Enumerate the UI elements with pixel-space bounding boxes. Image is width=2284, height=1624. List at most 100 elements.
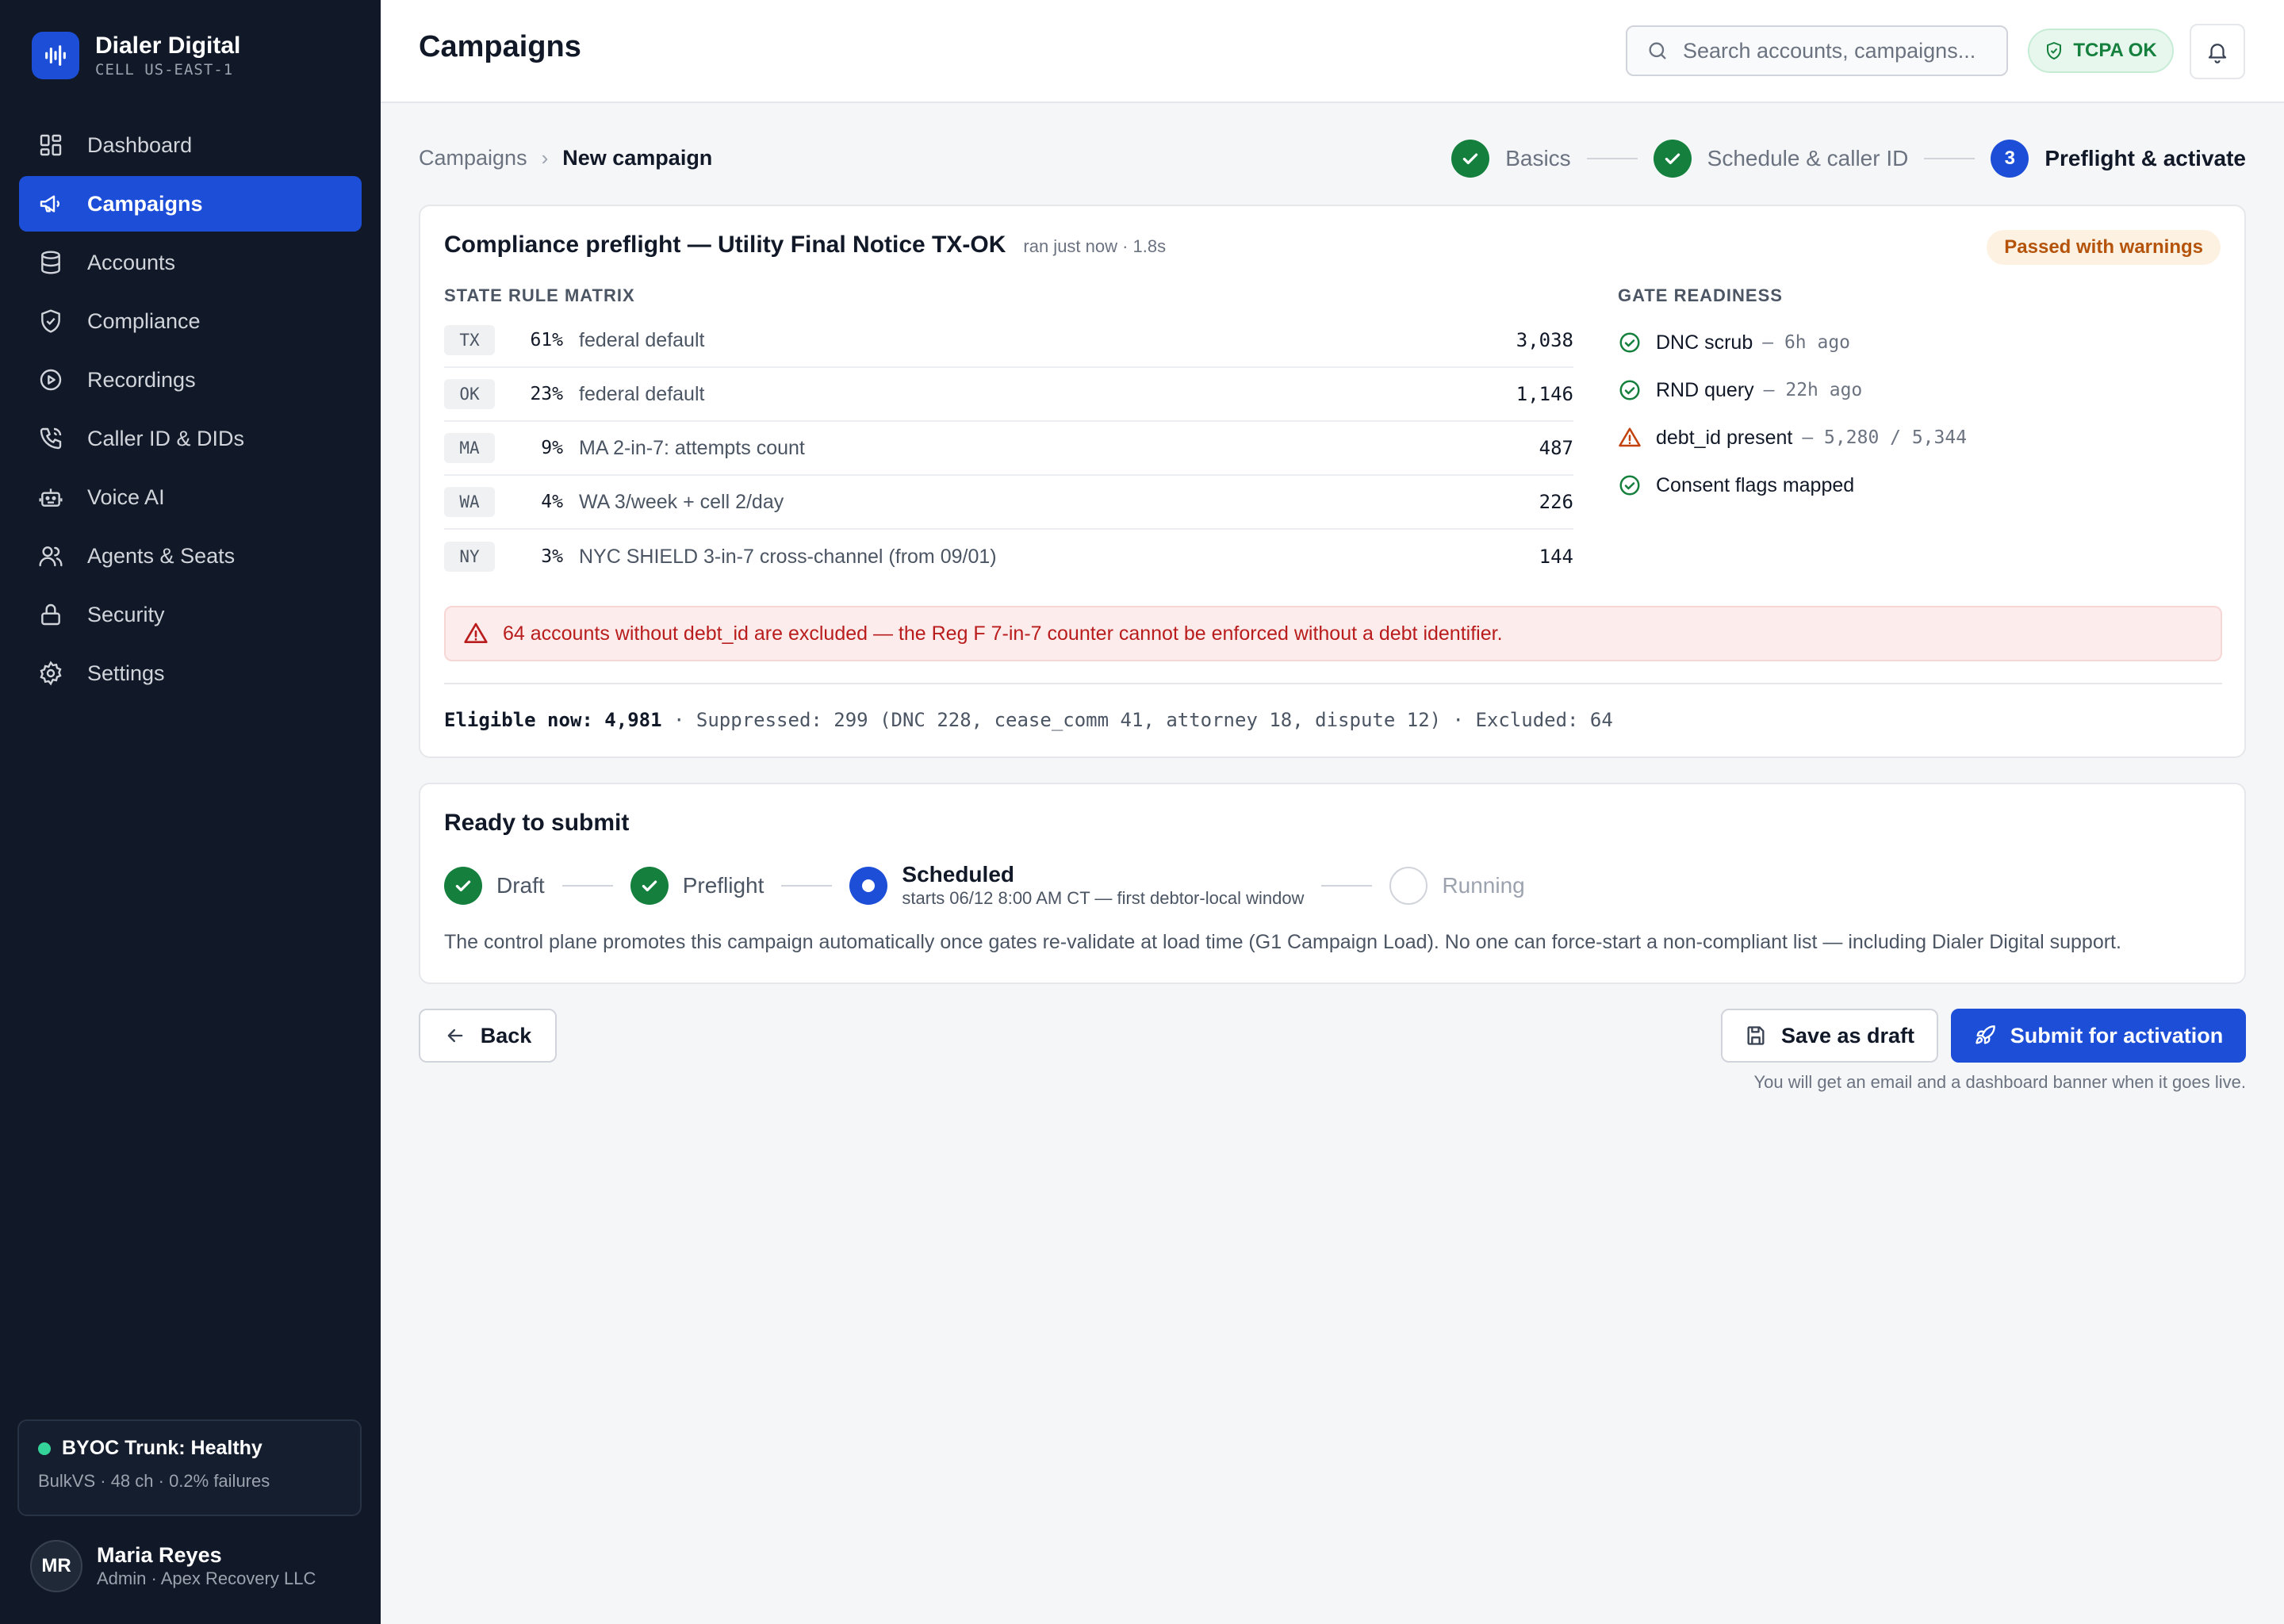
sidebar-item-campaigns[interactable]: Campaigns [19, 176, 362, 232]
gate-detail: — 6h ago [1762, 332, 1851, 353]
table-row: NY 3% NYC SHIELD 3-in-7 cross-channel (f… [444, 530, 1573, 584]
sidebar-item-accounts[interactable]: Accounts [19, 235, 362, 290]
state-percent: 4% [541, 492, 563, 512]
sidebar-item-caller-id[interactable]: Caller ID & DIDs [19, 411, 362, 466]
breadcrumb-separator: › [541, 146, 549, 170]
bell-icon [2208, 44, 2227, 63]
step-complete-icon [1451, 140, 1490, 178]
wizard-step-schedule[interactable]: Schedule & caller ID [1653, 140, 1908, 178]
sidebar-item-security[interactable]: Security [19, 587, 362, 642]
step-complete-icon [1653, 140, 1692, 178]
back-button-label: Back [480, 1023, 532, 1048]
table-row: TX 61% federal default 3,038 [444, 314, 1573, 368]
eligible-count: Eligible now: 4,981 [444, 709, 662, 731]
sidebar-item-recordings[interactable]: Recordings [19, 352, 362, 408]
search-input[interactable] [1683, 38, 2000, 63]
check-circle-icon [1619, 475, 1640, 496]
alert-message: 64 accounts without debt_id are excluded… [503, 622, 1503, 645]
step-complete-icon [630, 867, 669, 905]
warning-triangle-icon [1619, 427, 1641, 447]
status-badge: Passed with warnings [1987, 230, 2221, 265]
brand-name: Dialer Digital [95, 33, 241, 59]
notifications-button[interactable] [2190, 24, 2245, 79]
eligibility-summary: Eligible now: 4,981 · Suppressed: 299 (D… [444, 709, 1613, 731]
state-code: OK [444, 379, 495, 409]
submit-activation-button[interactable]: Submit for activation [1951, 1009, 2246, 1063]
sidebar-item-dashboard[interactable]: Dashboard [19, 117, 362, 173]
step-connector [1321, 885, 1373, 887]
lifecycle-step-scheduled: Scheduled starts 06/12 8:00 AM CT — firs… [849, 862, 1304, 910]
user-profile[interactable]: MR Maria Reyes Admin · Apex Recovery LLC [30, 1540, 316, 1592]
preflight-title: Compliance preflight — Utility Final Not… [444, 232, 1006, 258]
tcpa-status-badge: TCPA OK [2028, 29, 2174, 73]
suppression-summary: · Suppressed: 299 (DNC 228, cease_comm 4… [661, 709, 1613, 731]
lifecycle-progress: Draft Preflight Scheduled starts 06/12 8… [444, 862, 1525, 910]
gate-name: RND query [1656, 378, 1754, 401]
wizard-step-label: Preflight & activate [2044, 146, 2246, 170]
account-count: 144 [1539, 546, 1573, 568]
save-draft-button[interactable]: Save as draft [1721, 1009, 1938, 1063]
page-title: Campaigns [419, 30, 581, 63]
state-code: WA [444, 487, 495, 517]
step-number: 3 [1991, 140, 2029, 178]
brand-cell: CELL US-EAST-1 [95, 61, 234, 79]
gate-item: Consent flags mapped [1618, 462, 2221, 509]
brand[interactable]: Dialer Digital CELL US-EAST-1 [32, 32, 240, 79]
state-code: NY [444, 542, 495, 572]
state-rule: NYC SHIELD 3-in-7 cross-channel (from 09… [579, 545, 997, 568]
schedule-note: starts 06/12 8:00 AM CT — first debtor-l… [902, 888, 1305, 908]
breadcrumb-link-campaigns[interactable]: Campaigns [419, 146, 527, 170]
breadcrumb-current: New campaign [562, 146, 713, 170]
sidebar-item-label: Recordings [87, 367, 196, 392]
trunk-status-card[interactable]: BYOC Trunk: Healthy BulkVS · 48 ch · 0.2… [17, 1419, 362, 1516]
state-rule: WA 3/week + cell 2/day [579, 490, 784, 513]
sidebar-item-label: Security [87, 602, 165, 626]
gate-detail: — 5,280 / 5,344 [1802, 427, 1968, 448]
sidebar-item-agents[interactable]: Agents & Seats [19, 528, 362, 584]
status-dot [38, 1442, 51, 1455]
sidebar-item-settings[interactable]: Settings [19, 645, 362, 701]
compliance-preflight-card: Compliance preflight — Utility Final Not… [419, 205, 2246, 758]
sidebar-item-label: Settings [87, 661, 165, 685]
lifecycle-step-running: Running [1389, 867, 1525, 905]
save-icon [1747, 1026, 1765, 1045]
step-current-icon [849, 867, 888, 905]
topbar: Campaigns TCPA OK [381, 0, 2284, 103]
sidebar-item-voice-ai[interactable]: Voice AI [19, 469, 362, 525]
lifecycle-step-label: Running [1442, 873, 1525, 898]
rocket-icon [1976, 1025, 1995, 1044]
phone-icon [40, 427, 62, 450]
lifecycle-step-preflight: Preflight [630, 867, 765, 905]
state-percent: 3% [541, 546, 563, 567]
sidebar-item-label: Caller ID & DIDs [87, 426, 245, 450]
lifecycle-step-label: Preflight [682, 873, 765, 898]
sidebar-item-compliance[interactable]: Compliance [19, 293, 362, 349]
lifecycle-step-label: Draft [496, 873, 545, 898]
gate-item: RND query — 22h ago [1618, 366, 2221, 414]
state-rule: MA 2-in-7: attempts count [579, 436, 805, 459]
bot-icon [39, 488, 63, 507]
users-icon [39, 546, 63, 567]
user-role: Admin · Apex Recovery LLC [97, 1568, 316, 1588]
section-title: Ready to submit [444, 810, 630, 836]
gate-item: DNC scrub — 6h ago [1618, 319, 2221, 366]
wizard-step-basics[interactable]: Basics [1451, 140, 1571, 178]
play-circle-icon [40, 369, 62, 391]
table-row: WA 4% WA 3/week + cell 2/day 226 [444, 476, 1573, 530]
warning-triangle-icon [464, 622, 488, 643]
megaphone-icon [40, 195, 59, 213]
back-button[interactable]: Back [419, 1009, 557, 1063]
state-rule: federal default [579, 382, 705, 405]
lock-icon [41, 603, 60, 626]
step-pending-icon [1389, 867, 1428, 905]
user-name: Maria Reyes [97, 1543, 222, 1567]
tcpa-status-label: TCPA OK [2073, 40, 2157, 61]
database-icon [41, 251, 60, 274]
sidebar-item-label: Dashboard [87, 132, 193, 157]
preflight-run-meta: ran just now · 1.8s [1023, 236, 1167, 256]
search-box[interactable] [1626, 25, 2008, 76]
wizard-step-preflight[interactable]: 3 Preflight & activate [1991, 140, 2246, 178]
account-count: 3,038 [1516, 329, 1573, 351]
check-circle-icon [1619, 380, 1640, 400]
wizard-stepper: Basics Schedule & caller ID 3 Preflight … [1451, 140, 2246, 178]
